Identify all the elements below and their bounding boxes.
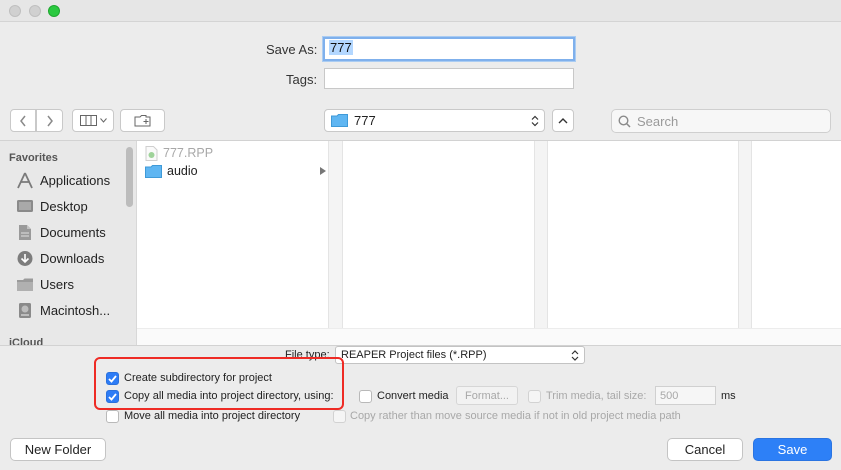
location-popup[interactable]: 777	[324, 109, 545, 132]
downloads-icon	[17, 250, 33, 266]
sidebar-item-applications[interactable]: Applications	[16, 167, 110, 193]
move-media-label: Move all media into project directory	[124, 410, 301, 422]
collapse-button[interactable]	[552, 109, 574, 132]
tags-label: Tags:	[286, 72, 318, 87]
sidebar-item-desktop[interactable]: Desktop	[16, 193, 88, 219]
chevron-left-icon	[20, 115, 26, 126]
convert-media-checkbox[interactable]	[359, 390, 372, 403]
rpp-file-icon	[145, 145, 158, 161]
close-window-button[interactable]	[9, 5, 21, 17]
folder-icon	[145, 164, 162, 178]
documents-icon	[19, 224, 31, 240]
cancel-button[interactable]: Cancel	[667, 438, 743, 461]
chevron-up-icon	[558, 118, 568, 124]
sidebar-item-label: Macintosh...	[40, 302, 111, 318]
file-name: 777.RPP	[163, 146, 214, 160]
file-type-select[interactable]: REAPER Project files (*.RPP)	[335, 346, 585, 364]
new-folder-button[interactable]: New Folder	[10, 438, 106, 461]
forward-button[interactable]	[36, 109, 63, 132]
sidebar-item-downloads[interactable]: Downloads	[16, 245, 104, 271]
sidebar: Favorites Applications Desktop Documents…	[0, 141, 137, 345]
copy-rather-checkbox[interactable]	[333, 410, 346, 423]
chevron-right-icon	[46, 115, 53, 126]
sidebar-item-label: Users	[40, 276, 74, 292]
save-as-value: 777	[329, 40, 353, 55]
copy-rather-label: Copy rather than move source media if no…	[350, 410, 681, 422]
search-icon	[618, 114, 631, 128]
move-media-checkbox[interactable]	[106, 410, 119, 423]
file-type-value: REAPER Project files (*.RPP)	[341, 349, 487, 361]
disk-icon	[19, 302, 31, 318]
sidebar-item-macintosh[interactable]: Macintosh...	[16, 297, 110, 323]
new-folder-toolbar-button[interactable]	[120, 109, 165, 132]
up-down-arrows-icon	[531, 115, 539, 127]
browser-toolbar: 777 Search	[0, 103, 841, 141]
icloud-heading: iCloud	[9, 337, 44, 345]
trim-media-label: Trim media, tail size:	[546, 390, 647, 402]
back-button[interactable]	[10, 109, 36, 132]
format-button[interactable]: Format...	[456, 386, 518, 405]
save-button[interactable]: Save	[753, 438, 832, 461]
favorites-heading: Favorites	[9, 152, 58, 164]
chevron-down-icon	[99, 118, 107, 123]
sidebar-item-users[interactable]: Users	[16, 271, 74, 297]
folder-icon	[17, 278, 33, 291]
sidebar-scrollbar[interactable]	[126, 147, 133, 207]
desktop-icon	[17, 200, 33, 212]
sidebar-item-label: Downloads	[40, 250, 105, 266]
highlight-annotation-box	[94, 357, 344, 410]
up-down-arrows-icon	[571, 350, 579, 361]
file-row-audio[interactable]: audio	[145, 162, 329, 180]
column-divider[interactable]	[738, 141, 752, 328]
search-field[interactable]: Search	[611, 109, 831, 133]
convert-media-label: Convert media	[377, 390, 449, 402]
horizontal-scrollbar[interactable]	[137, 328, 841, 345]
zoom-window-button[interactable]	[48, 5, 60, 17]
file-name: audio	[167, 164, 198, 178]
folder-icon	[331, 114, 348, 127]
columns-view-icon	[79, 115, 97, 126]
applications-icon	[17, 172, 33, 188]
file-row-rpp[interactable]: 777.RPP	[145, 144, 213, 162]
minimize-window-button[interactable]	[29, 5, 41, 17]
save-header: Save As: 777 Tags:	[0, 22, 841, 103]
file-browser: 777.RPP audio	[137, 141, 841, 345]
title-bar	[0, 0, 841, 22]
column-divider[interactable]	[534, 141, 548, 328]
tail-size-field[interactable]: 500	[655, 386, 716, 405]
tail-size-unit: ms	[721, 390, 736, 402]
trim-media-checkbox[interactable]	[528, 390, 541, 403]
sidebar-item-label: Applications	[40, 172, 111, 188]
search-placeholder: Search	[637, 113, 679, 129]
new-folder-icon	[134, 115, 151, 127]
sidebar-item-label: Documents	[40, 224, 106, 240]
column-divider[interactable]	[328, 141, 343, 328]
tail-size-value: 500	[660, 389, 679, 402]
save-as-field[interactable]: 777	[323, 37, 575, 61]
sidebar-item-label: Desktop	[40, 198, 88, 214]
view-mode-button[interactable]	[72, 109, 114, 132]
location-label: 777	[354, 113, 376, 128]
save-as-label: Save As:	[266, 42, 318, 57]
tags-field[interactable]	[324, 68, 574, 89]
disclosure-arrow-icon	[320, 167, 326, 175]
sidebar-item-documents[interactable]: Documents	[16, 219, 106, 245]
